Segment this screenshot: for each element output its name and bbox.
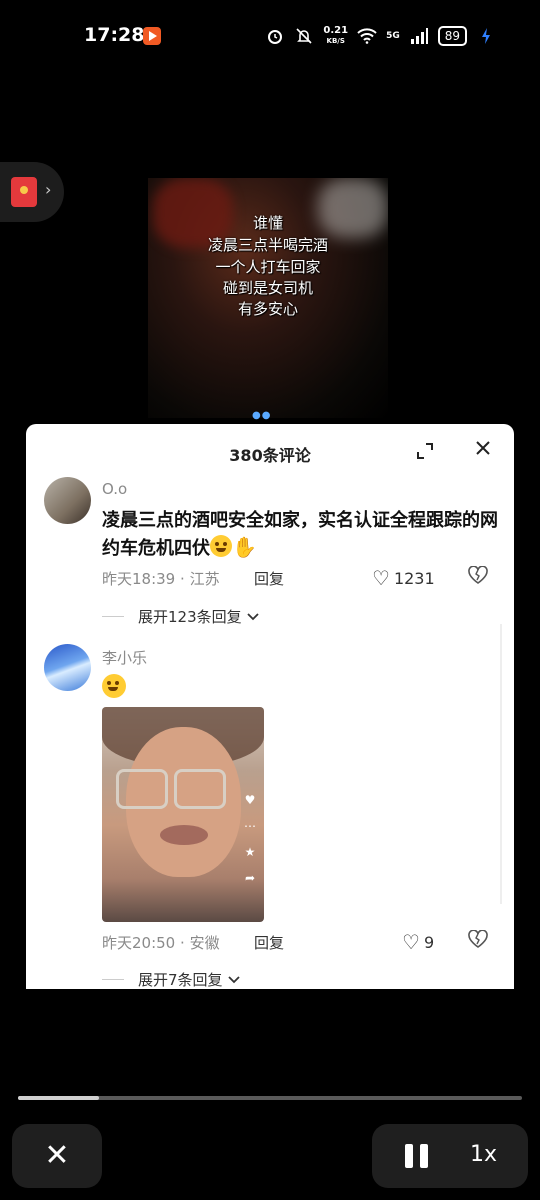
net-speed: 0.21 KB/S [323,25,349,46]
alarm-icon [265,26,285,46]
playback-speed-button[interactable]: 1x [470,1142,497,1167]
video-preview[interactable]: 谁懂 凌晨三点半喝完酒 一个人打车回家 碰到是女司机 有多安心 [148,178,388,418]
embedded-video-sidebar: ♥ ⋯ ★ ➦ [244,793,256,885]
dislike-broken-heart-icon[interactable] [468,565,488,589]
status-bar: 17:28 0.21 KB/S 5G 89 [0,0,540,70]
video-caption-line: 一个人打车回家 [215,258,321,276]
avatar[interactable] [44,644,91,691]
battery-icon: 89 [437,26,467,46]
avatar[interactable] [44,477,91,524]
comment-emoji [102,674,126,699]
status-time: 17:28 [84,24,145,46]
comments-panel: 380条评论 O.o 凌晨三点的酒吧安全如家，实名认证全程跟踪的网约车危机四伏 ✋… [26,424,514,989]
close-player-button[interactable]: ✕ [12,1124,102,1188]
chevron-down-icon [247,612,259,620]
video-caption-line: 碰到是女司机 [222,279,313,297]
loading-indicator: ●● [252,410,272,421]
comment-username[interactable]: 李小乐 [102,647,147,668]
ok-hand-emoji-icon: ✋ [232,535,257,559]
heart-icon: ♡ [372,566,390,590]
status-icons: 0.21 KB/S 5G 89 [265,24,496,48]
reply-button[interactable]: 回复 [254,568,284,589]
playback-progress-fill [18,1096,99,1100]
scrollbar[interactable] [500,624,502,904]
video-app-notification-icon [143,27,161,45]
signal-type: 5G [386,31,400,41]
comment-username[interactable]: O.o [102,480,127,498]
expand-replies-button[interactable]: 展开7条回复 [102,969,241,989]
wifi-icon [357,26,377,46]
close-comments-button[interactable] [471,438,495,462]
pause-icon[interactable] [405,1144,429,1168]
playback-progress-bar[interactable] [18,1096,522,1100]
comment-meta: 昨天20:50 · 安徽 [102,934,220,952]
signal-icon [409,26,429,46]
expand-icon[interactable] [416,442,436,462]
like-button[interactable]: ♡ 9 [402,930,434,954]
comment-meta: 昨天18:39 · 江苏 [102,570,220,588]
reply-button[interactable]: 回复 [254,932,284,953]
dislike-broken-heart-icon[interactable] [468,929,488,953]
comment-image[interactable]: ♥ ⋯ ★ ➦ [102,707,264,922]
comments-title: 380条评论 [229,446,311,465]
close-icon [476,441,490,455]
red-envelope-icon [11,177,37,207]
video-caption-line: 凌晨三点半喝完酒 [207,236,328,254]
video-caption-line: 谁懂 [252,214,283,232]
playback-controls: 1x [372,1124,528,1188]
laughing-emoji-icon [210,535,232,557]
flushed-emoji-icon [102,674,126,698]
like-button[interactable]: ♡ 1231 [372,566,435,590]
chevron-right-icon: › [45,180,52,199]
expand-replies-button[interactable]: 展开123条回复 [102,606,260,627]
mute-icon [294,26,314,46]
heart-icon: ♡ [402,930,420,954]
charging-icon [476,26,496,46]
red-envelope-entry[interactable]: › [0,162,64,222]
video-caption-line: 有多安心 [237,300,298,318]
comment-text: 凌晨三点的酒吧安全如家，实名认证全程跟踪的网约车危机四伏 ✋ [102,510,498,559]
chevron-down-icon [227,975,240,983]
